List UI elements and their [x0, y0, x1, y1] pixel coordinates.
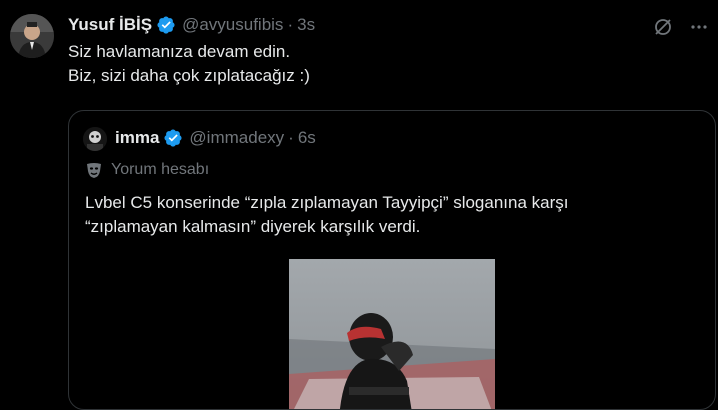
quoted-author-handle[interactable]: @immadexy [189, 128, 284, 148]
quoted-header: imma @immadexy · 6s [115, 128, 316, 148]
verified-badge-icon [164, 129, 182, 147]
tweet-time[interactable]: 3s [297, 15, 315, 35]
grok-icon[interactable] [652, 16, 674, 38]
quoted-author-name[interactable]: imma [115, 128, 159, 148]
tweet-header: Yusuf İBİŞ @avyusufibis · 3s [68, 14, 315, 36]
separator-dot: · [287, 15, 294, 34]
quoted-line: Lvbel C5 konserinde “zıpla zıplamayan Ta… [85, 193, 569, 212]
verified-badge-icon [157, 16, 175, 34]
tweet-text: Siz havlamanıza devam edin. Biz, sizi da… [68, 40, 310, 88]
account-label-text: Yorum hesabı [111, 161, 210, 178]
tweet-line: Siz havlamanıza devam edin. [68, 42, 291, 61]
quoted-avatar[interactable] [83, 127, 107, 151]
tweet-line: Biz, sizi daha çok zıplatacağız :) [68, 66, 310, 85]
quoted-media-image[interactable] [289, 259, 495, 409]
more-icon[interactable] [688, 16, 710, 38]
theater-mask-icon [87, 163, 101, 178]
separator-dot: · [288, 128, 294, 147]
quoted-line: “zıplamayan kalmasın” diyerek karşılık v… [85, 217, 421, 236]
tweet-actions [652, 16, 710, 38]
quoted-tweet[interactable]: imma @immadexy · 6s Yorum hesabı Lvbel C… [68, 110, 716, 410]
author-name[interactable]: Yusuf İBİŞ [68, 15, 152, 35]
tweet[interactable]: Yusuf İBİŞ @avyusufibis · 3s Siz havlama… [0, 0, 718, 410]
author-avatar[interactable] [10, 14, 54, 58]
quoted-text: Lvbel C5 konserinde “zıpla zıplamayan Ta… [85, 191, 569, 239]
author-handle[interactable]: @avyusufibis [182, 15, 283, 35]
quoted-time[interactable]: 6s [298, 128, 316, 148]
account-label[interactable]: Yorum hesabı [85, 161, 209, 179]
